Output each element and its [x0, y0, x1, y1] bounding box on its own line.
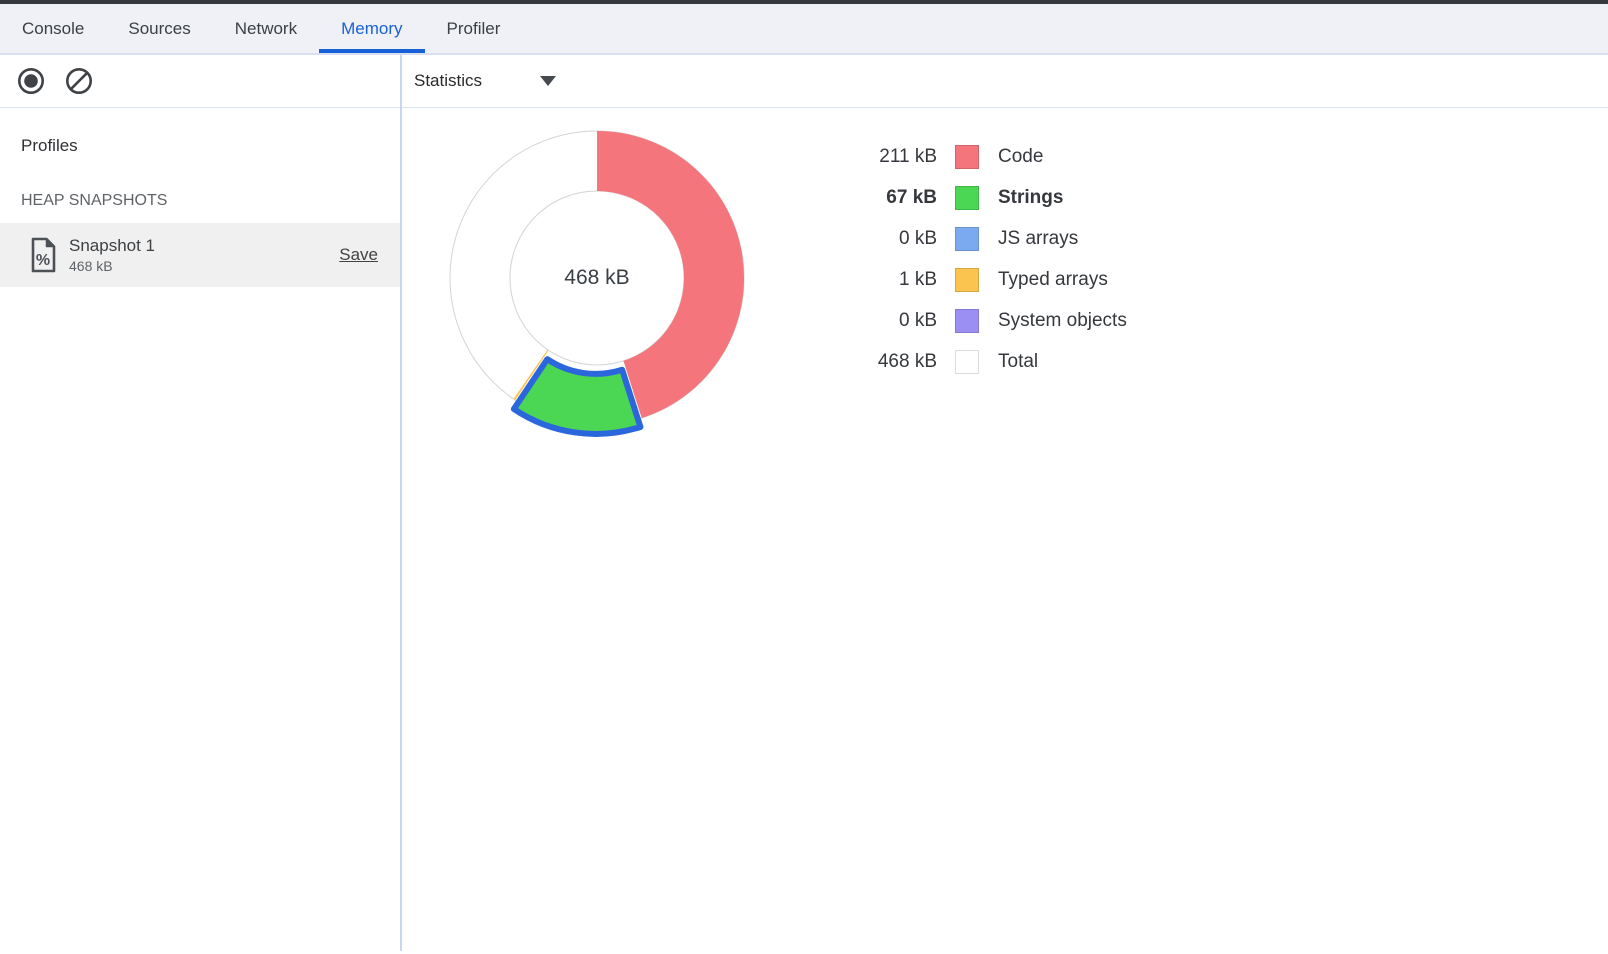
legend-row-strings[interactable]: 67 kB Strings [832, 177, 1127, 218]
statistics-view: 468 kB 211 kB Code 67 kB Strings 0 kB JS… [402, 108, 1608, 954]
legend-swatch-total [955, 350, 979, 374]
legend-label: JS arrays [998, 228, 1078, 250]
legend-row-typed-arrays[interactable]: 1 kB Typed arrays [832, 259, 1127, 300]
snapshot-save-link[interactable]: Save [339, 245, 378, 265]
snapshot-list-item[interactable]: % Snapshot 1 468 kB Save [0, 223, 400, 287]
legend-value: 67 kB [832, 187, 937, 209]
memory-toolbar: Statistics [0, 55, 1608, 108]
chevron-down-icon [540, 76, 556, 86]
legend-value: 468 kB [832, 351, 937, 373]
legend-swatch-strings [955, 186, 979, 210]
record-heap-snapshot-button[interactable] [17, 67, 45, 95]
tab-memory[interactable]: Memory [319, 4, 424, 53]
legend-swatch-typed-arrays [955, 268, 979, 292]
clear-icon [65, 67, 93, 95]
toolbar-left-group [0, 55, 400, 107]
chart-total-label: 468 kB [517, 267, 677, 289]
legend-row-code[interactable]: 211 kB Code [832, 136, 1127, 177]
tab-console[interactable]: Console [0, 4, 106, 53]
legend-label: Strings [998, 187, 1063, 209]
legend-swatch-system-objects [955, 309, 979, 333]
legend-value: 211 kB [832, 146, 937, 168]
svg-text:%: % [36, 252, 50, 269]
legend-value: 0 kB [832, 310, 937, 332]
clear-profiles-button[interactable] [65, 67, 93, 95]
snapshot-size: 468 kB [69, 258, 339, 274]
heap-snapshots-heading: HEAP SNAPSHOTS [0, 156, 400, 223]
donut-slice-strings[interactable] [514, 359, 641, 434]
sidebar-title: Profiles [0, 108, 400, 156]
tab-profiler[interactable]: Profiler [425, 4, 523, 53]
panel-tab-bar: Console Sources Network Memory Profiler [0, 4, 1608, 55]
chart-legend: 211 kB Code 67 kB Strings 0 kB JS arrays… [832, 136, 1127, 382]
legend-value: 0 kB [832, 228, 937, 250]
legend-swatch-code [955, 145, 979, 169]
heap-snapshot-file-icon: % [30, 237, 57, 273]
legend-row-total[interactable]: 468 kB Total [832, 341, 1127, 382]
legend-label: Code [998, 146, 1043, 168]
record-icon [17, 67, 45, 95]
legend-value: 1 kB [832, 269, 937, 291]
perspective-select-value: Statistics [414, 71, 482, 91]
legend-label: Total [998, 351, 1038, 373]
devtools-memory-panel: Console Sources Network Memory Profiler [0, 0, 1608, 954]
tab-sources[interactable]: Sources [106, 4, 212, 53]
snapshot-name: Snapshot 1 [69, 236, 339, 256]
legend-swatch-js-arrays [955, 227, 979, 251]
tab-network[interactable]: Network [213, 4, 319, 53]
legend-row-system-objects[interactable]: 0 kB System objects [832, 300, 1127, 341]
legend-label: Typed arrays [998, 269, 1108, 291]
snapshot-info: Snapshot 1 468 kB [69, 236, 339, 274]
perspective-select[interactable]: Statistics [408, 67, 562, 95]
toolbar-right-group: Statistics [400, 55, 1608, 107]
profiles-sidebar: Profiles HEAP SNAPSHOTS % Snapshot 1 468… [0, 108, 400, 954]
legend-label: System objects [998, 310, 1127, 332]
legend-row-js-arrays[interactable]: 0 kB JS arrays [832, 218, 1127, 259]
